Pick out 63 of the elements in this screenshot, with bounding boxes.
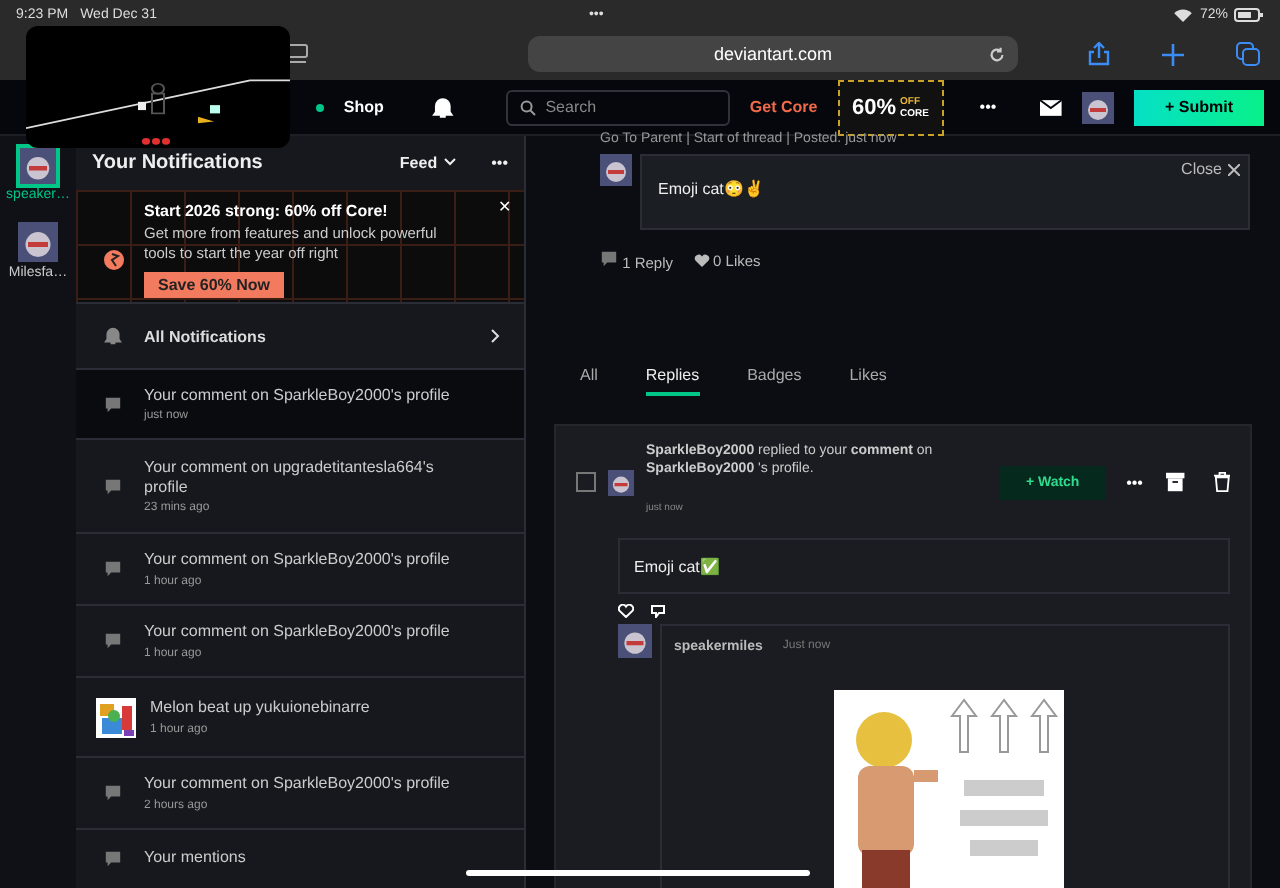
comment-icon <box>104 784 122 802</box>
close-icon[interactable]: ✕ <box>498 197 512 216</box>
chevron-down-icon[interactable] <box>443 158 456 167</box>
comment-icon <box>104 560 122 578</box>
notification-text: Melon beat up yukuionebinarre <box>150 698 372 720</box>
checkbox[interactable] <box>576 472 596 493</box>
user-avatar <box>1081 91 1114 123</box>
user-avatar <box>20 148 56 184</box>
reply-icon[interactable] <box>650 604 666 619</box>
close-icon[interactable] <box>1228 163 1240 175</box>
tab[interactable]: Likes <box>849 356 887 396</box>
notification-text: Your comment on SparkleBoy2000's profile <box>144 622 452 644</box>
chevron-right-icon[interactable] <box>490 328 500 344</box>
notification-text: Your comment on SparkleBoy2000's profile <box>144 385 452 407</box>
feed-dropdown[interactable]: Feed <box>399 153 456 172</box>
user-avatar <box>600 154 632 186</box>
more-menu[interactable]: ••• <box>979 98 997 116</box>
mail-icon[interactable] <box>1040 99 1062 115</box>
sale-percent: 60% <box>851 95 897 119</box>
trash-icon[interactable] <box>1213 472 1230 493</box>
bell-icon[interactable] <box>431 95 454 119</box>
comment-icon <box>104 395 122 413</box>
notification-text: Your comment on SparkleBoy2000's profile <box>144 550 452 572</box>
comment-icon <box>104 850 122 868</box>
url-field[interactable]: deviantart.com <box>528 36 1018 72</box>
battery-icon <box>1234 7 1264 21</box>
notification-text: Your comment on SparkleBoy2000's profile <box>144 774 452 796</box>
notification-text: Your mentions <box>144 848 248 870</box>
new-tab-icon[interactable] <box>1162 43 1184 65</box>
all-notifications-link[interactable]: All Notifications <box>144 327 266 345</box>
tab[interactable]: Replies <box>645 356 700 396</box>
user-avatar <box>18 222 58 262</box>
wifi-icon <box>1173 7 1192 21</box>
heart-icon <box>693 254 710 268</box>
comment-icon <box>600 250 618 268</box>
close-button[interactable]: Close <box>1181 160 1240 178</box>
archive-icon[interactable] <box>1166 472 1186 493</box>
search-icon <box>519 99 536 115</box>
sidebar-icon[interactable] <box>286 44 308 64</box>
more-menu[interactable]: ••• <box>491 153 508 172</box>
comment-icon <box>104 632 122 650</box>
tab[interactable]: All <box>580 356 598 396</box>
comment-icon <box>104 477 122 495</box>
notification-text: Your comment on upgradetitantesla664's profile <box>144 457 436 499</box>
save-button[interactable]: Save 60% Now <box>144 272 284 299</box>
share-icon[interactable] <box>1088 42 1110 66</box>
reply-text: Emoji cat✅ <box>634 557 720 576</box>
comment-text: Emoji cat😳✌ <box>658 180 764 198</box>
panel-title: Your Notifications <box>92 151 263 174</box>
tab[interactable]: Badges <box>747 356 802 396</box>
promo-title: Start 2026 strong: 60% off Core! <box>144 201 390 220</box>
submit-button[interactable]: + Submit <box>1133 89 1264 125</box>
core-icon <box>104 249 124 270</box>
heart-icon[interactable] <box>618 604 634 619</box>
tabs-icon[interactable] <box>1236 42 1260 66</box>
user-avatar <box>618 624 652 659</box>
user-avatar <box>608 469 634 496</box>
search-field[interactable]: Search <box>505 89 730 125</box>
more-menu[interactable]: ••• <box>1126 473 1143 492</box>
bell-icon <box>104 326 122 346</box>
shop-link[interactable]: Shop <box>343 98 384 116</box>
reload-icon[interactable] <box>988 45 1006 63</box>
get-core-link[interactable]: Get Core <box>749 98 818 116</box>
